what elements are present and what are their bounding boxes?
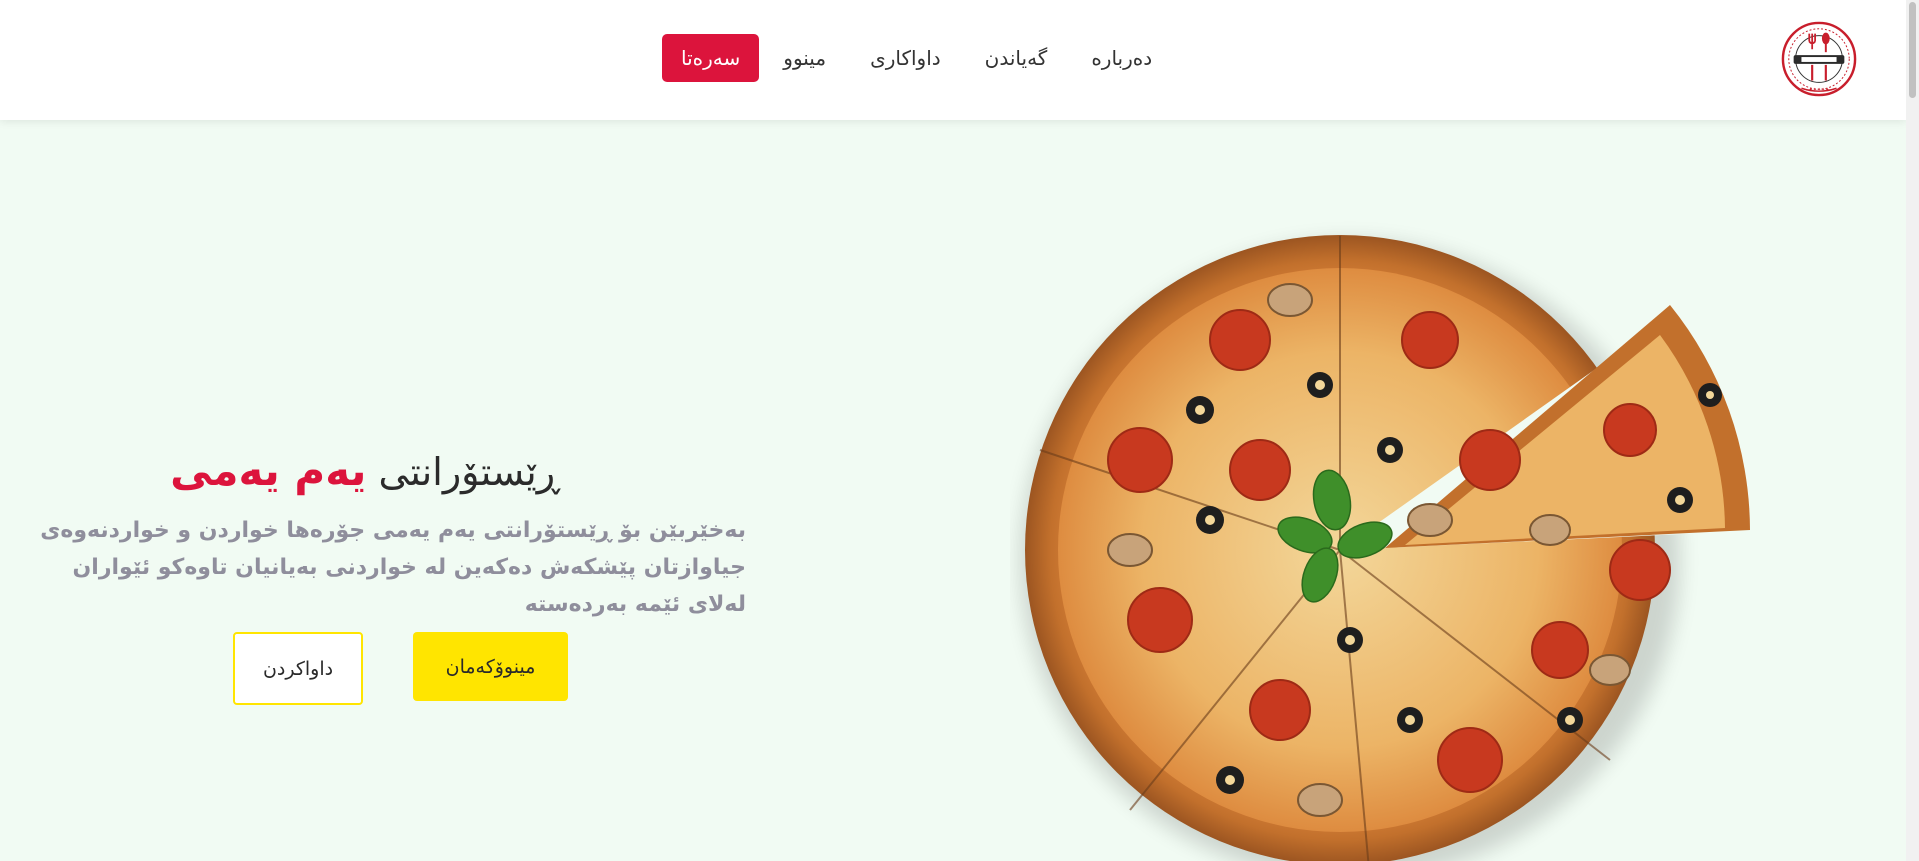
svg-text:✦✦✦✦✦: ✦✦✦✦✦ [1809,87,1829,93]
order-button[interactable]: داواکردن [233,632,363,705]
hero-title: ڕێستۆرانتی یەم یەمی [160,446,570,497]
scrollbar-thumb[interactable] [1909,2,1916,98]
page-scrollbar[interactable] [1906,0,1919,861]
pizza-image [1020,235,1770,861]
hero-title-accent: یەم یەمی [170,446,367,495]
restaurant-logo-icon[interactable]: ✦✦✦✦✦ [1780,20,1858,98]
our-menu-button[interactable]: مینوۆکەمان [413,632,568,701]
nav-link-orders[interactable]: داواکاری [850,34,961,82]
hero-description: بەخێربێن بۆ ڕێستۆرانتی یەم یەمی جۆرەها خ… [40,518,746,617]
nav-link-about[interactable]: دەربارە [1071,34,1172,82]
page: سەرەتا مینوو داواکاری گەیاندن دەربارە ✦✦… [0,0,1919,861]
hero-title-prefix: ڕێستۆرانتی [378,450,560,494]
navbar: سەرەتا مینوو داواکاری گەیاندن دەربارە ✦✦… [0,0,1906,120]
nav-link-delivery[interactable]: گەیاندن [965,34,1068,82]
nav-link-menu[interactable]: مینوو [763,34,846,82]
nav-links: سەرەتا مینوو داواکاری گەیاندن دەربارە [660,34,1174,82]
nav-link-home[interactable]: سەرەتا [662,34,760,82]
